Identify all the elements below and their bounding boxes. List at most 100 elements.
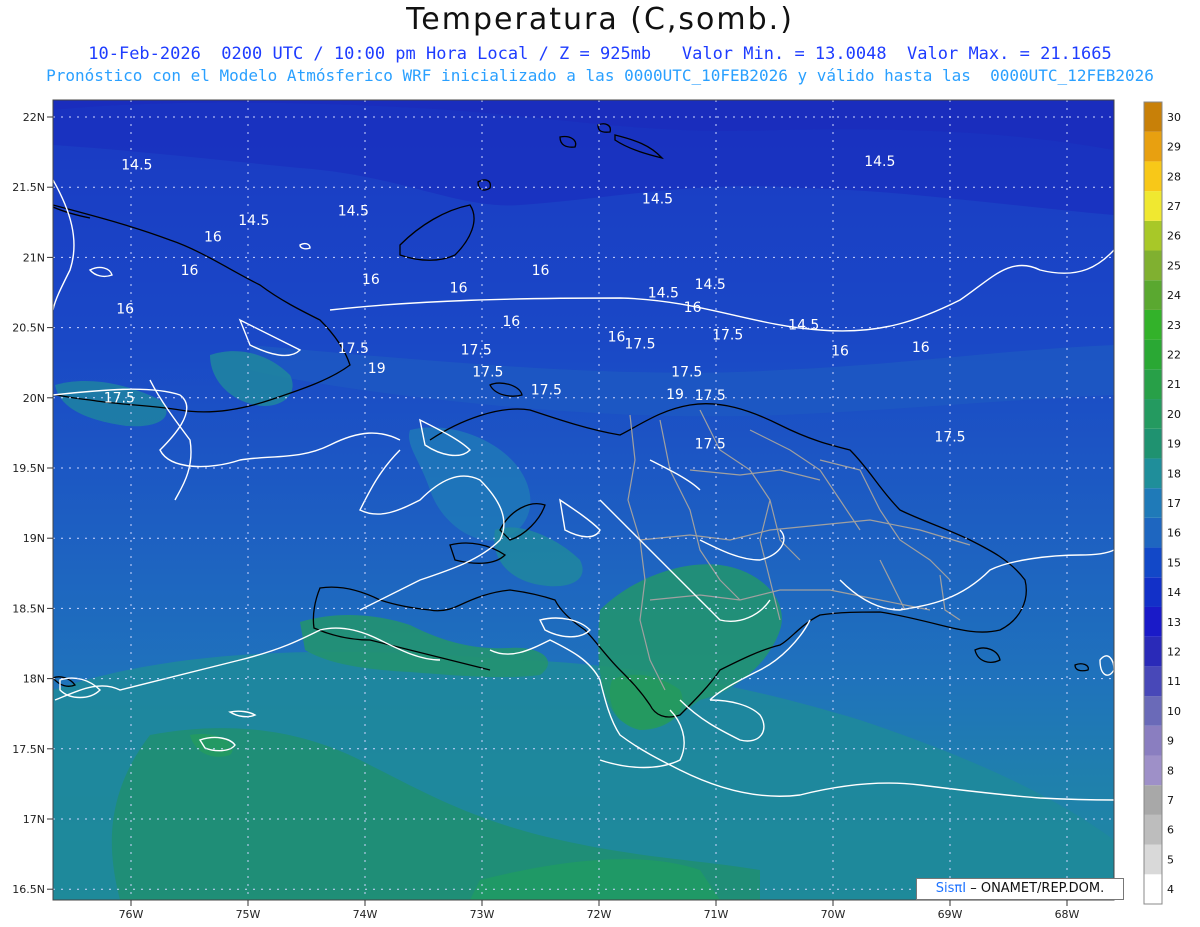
colorbar-label: 28 <box>1167 170 1181 183</box>
colorbar-swatch <box>1144 577 1162 607</box>
colorbar-swatch <box>1144 280 1162 310</box>
lat-tick-label: 16.5N <box>12 883 45 896</box>
colorbar-swatch <box>1144 220 1162 251</box>
lon-tick-label: 73W <box>470 908 495 921</box>
lon-tick-label: 74W <box>353 908 378 921</box>
contour-label: 14.5 <box>864 154 895 170</box>
sispi-logo: SisπI <box>935 881 967 896</box>
colorbar-swatch <box>1144 309 1162 340</box>
colorbar-label: 11 <box>1167 675 1181 688</box>
colorbar-swatch <box>1144 399 1162 429</box>
contour-label: 14.5 <box>338 203 369 219</box>
colorbar-label: 8 <box>1167 764 1174 777</box>
colorbar-label: 17 <box>1167 497 1181 510</box>
colorbar-swatch <box>1144 339 1162 370</box>
colorbar-label: 25 <box>1167 259 1181 272</box>
contour-label: 16 <box>912 340 930 356</box>
contour-label: 17.5 <box>338 341 369 357</box>
colorbar-swatch <box>1144 814 1162 845</box>
colorbar-label: 14 <box>1167 586 1181 599</box>
colorbar-swatch <box>1144 606 1162 637</box>
contour-label: 14.5 <box>238 213 269 229</box>
lon-tick-label: 69W <box>938 908 963 921</box>
colorbar-swatch <box>1144 488 1162 518</box>
colorbar-swatch <box>1144 725 1162 756</box>
lat-tick-label: 21N <box>23 251 45 264</box>
colorbar-swatch <box>1144 517 1162 548</box>
contour-label: 14.5 <box>695 277 726 293</box>
lon-tick-label: 72W <box>587 908 612 921</box>
contour-label: 16 <box>684 300 702 316</box>
contour-label: 16 <box>608 330 626 346</box>
lon-tick-label: 75W <box>236 908 261 921</box>
colorbar-swatch <box>1144 369 1162 400</box>
lat-tick-label: 20.5N <box>12 322 45 335</box>
colorbar-label: 9 <box>1167 735 1174 748</box>
colorbar-label: 12 <box>1167 646 1181 659</box>
colorbar-swatch <box>1144 102 1162 132</box>
colorbar-label: 18 <box>1167 467 1181 480</box>
contour-label: 17.5 <box>531 382 562 398</box>
lon-tick-label: 68W <box>1055 908 1080 921</box>
contour-label: 16 <box>532 263 550 279</box>
colorbar: 4 5 6 7 8 9 10 11 12 13 14 15 16 17 18 19 20 21 22 23 24 25 26… <box>1143 101 1181 905</box>
lat-tick-label: 22N <box>23 111 45 124</box>
colorbar-swatch <box>1144 547 1162 578</box>
contour-label: 17.5 <box>695 388 726 404</box>
contour-label: 17.5 <box>671 365 702 381</box>
colorbar-label: 15 <box>1167 556 1181 569</box>
colorbar-swatch <box>1144 250 1162 281</box>
contour-label: 17.5 <box>695 436 726 452</box>
contour-label: 17.5 <box>712 328 743 344</box>
colorbar-label: 4 <box>1167 883 1174 896</box>
colorbar-label: 30 <box>1167 111 1181 124</box>
lat-tick-label: 21.5N <box>12 181 45 194</box>
lat-tick-label: 17.5N <box>12 743 45 756</box>
lat-tick-label: 18.5N <box>12 602 45 615</box>
colorbar-label: 16 <box>1167 527 1181 540</box>
colorbar-swatch <box>1144 636 1162 667</box>
colorbar-label: 6 <box>1167 824 1174 837</box>
colorbar-label: 26 <box>1167 230 1181 243</box>
lat-tick-label: 17N <box>23 813 45 826</box>
contour-label: 16 <box>116 302 134 318</box>
colorbar-label: 23 <box>1167 319 1181 332</box>
colorbar-label: 7 <box>1167 794 1174 807</box>
lat-tick-label: 20N <box>23 392 45 405</box>
credit-box: SisπI – ONAMET/REP.DOM. <box>916 878 1124 900</box>
colorbar-swatch <box>1144 428 1162 459</box>
colorbar-label: 19 <box>1167 438 1181 451</box>
contour-label: 19 <box>368 361 386 377</box>
lon-tick-label: 70W <box>821 908 846 921</box>
contour-label: 16 <box>831 344 849 360</box>
lat-tick-label: 19N <box>23 532 45 545</box>
contour-label: 14.5 <box>788 318 819 334</box>
contour-label: 16 <box>204 229 222 245</box>
contour-label: 17.5 <box>624 337 655 353</box>
map-canvas: 22N 21.5N 21N 20.5N 20N 19.5N 19N 18.5N 18N 17.5N… <box>12 99 1181 921</box>
colorbar-swatch <box>1144 458 1162 489</box>
colorbar-label: 20 <box>1167 408 1181 421</box>
contour-label: 17.5 <box>934 429 965 445</box>
colorbar-swatch <box>1144 755 1162 786</box>
colorbar-swatch <box>1144 874 1162 904</box>
contour-label: 16 <box>181 263 199 279</box>
colorbar-label: 10 <box>1167 705 1181 718</box>
temperature-field <box>53 100 1114 900</box>
colorbar-swatch <box>1144 161 1162 192</box>
colorbar-label: 27 <box>1167 200 1181 213</box>
contour-label: 16 <box>450 281 468 297</box>
colorbar-swatch <box>1144 131 1162 162</box>
colorbar-swatch <box>1144 666 1162 697</box>
contour-label: 19 <box>666 387 684 403</box>
colorbar-swatch <box>1144 696 1162 726</box>
contour-label: 16 <box>502 314 520 330</box>
colorbar-swatch <box>1144 191 1162 221</box>
colorbar-label: 29 <box>1167 141 1181 154</box>
lon-tick-label: 71W <box>704 908 729 921</box>
colorbar-swatch <box>1144 844 1162 875</box>
contour-label: 17.5 <box>104 391 135 407</box>
contour-label: 17.5 <box>461 342 492 358</box>
colorbar-swatch <box>1144 785 1162 815</box>
colorbar-label: 24 <box>1167 289 1181 302</box>
